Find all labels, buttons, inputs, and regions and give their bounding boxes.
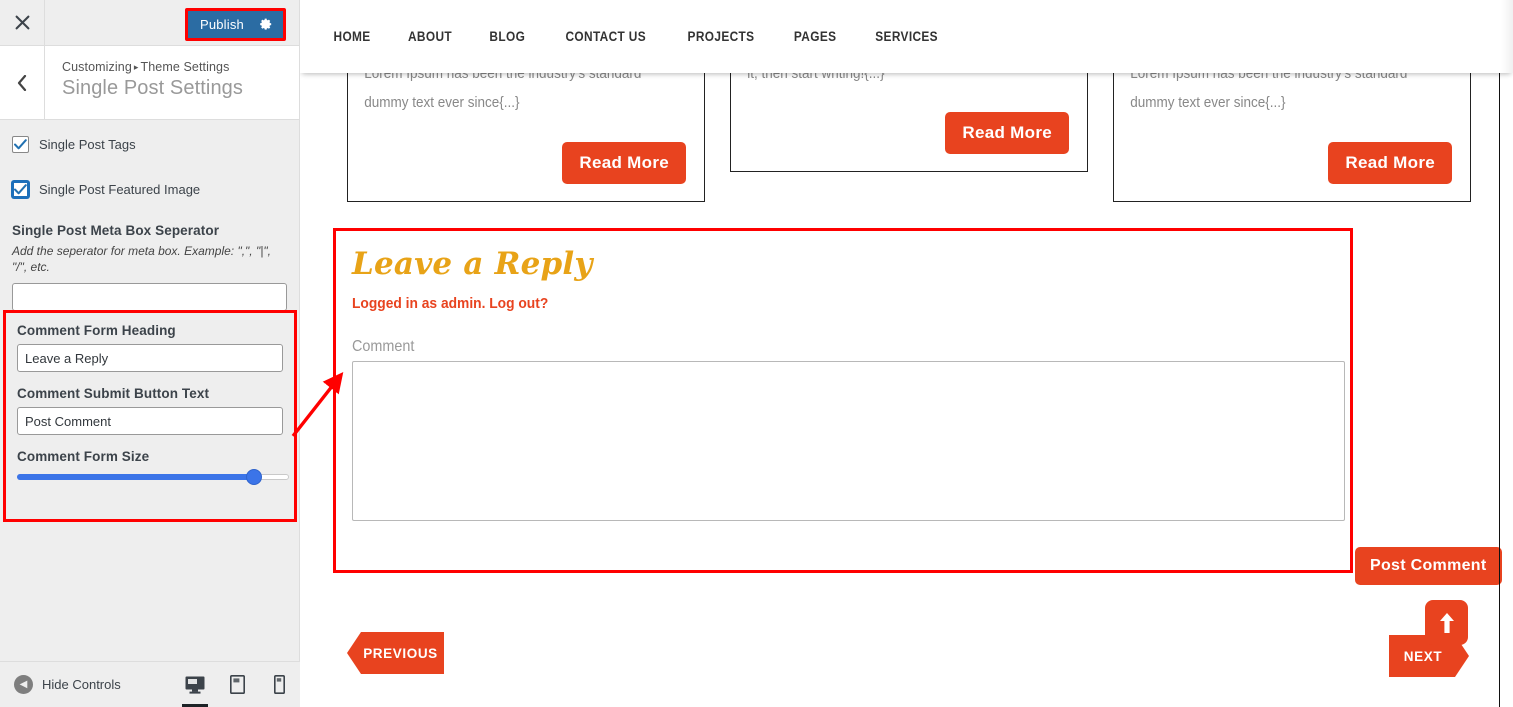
- slider-fill: [17, 474, 254, 480]
- tablet-icon: [229, 675, 245, 694]
- nav-item-pages[interactable]: PAGES: [780, 29, 851, 44]
- comment-form-heading-title: Comment Form Heading: [17, 323, 176, 338]
- publish-button-highlight: Publish: [184, 8, 286, 41]
- back-button[interactable]: [0, 46, 45, 119]
- read-more-button[interactable]: Read More: [1328, 142, 1452, 184]
- comment-submit-button-text-title: Comment Submit Button Text: [17, 386, 210, 401]
- breadcrumb-parent[interactable]: Theme Settings: [141, 60, 230, 74]
- control-single-post-tags[interactable]: Single Post Tags: [12, 136, 287, 153]
- customizer-controls: Single Post Tags Single Post Featured Im…: [0, 120, 299, 680]
- page-title: Single Post Settings: [62, 77, 243, 99]
- comment-form-heading-input[interactable]: [17, 344, 283, 372]
- preview-right-rule: [1499, 73, 1500, 707]
- close-customizer-button[interactable]: [0, 0, 45, 45]
- mobile-icon: [273, 675, 285, 694]
- single-post-tags-label: Single Post Tags: [39, 137, 136, 152]
- log-out-link[interactable]: Log out?: [489, 295, 548, 312]
- check-icon: [14, 139, 27, 150]
- check-icon: [14, 184, 27, 195]
- comment-textarea[interactable]: [352, 361, 1345, 521]
- single-post-featured-image-label: Single Post Featured Image: [39, 182, 201, 197]
- comment-field-label: Comment: [352, 338, 415, 355]
- comment-form-highlight: Leave a Reply Logged in as admin. Log ou…: [333, 228, 1353, 573]
- customizer-topbar: Publish: [0, 0, 299, 46]
- publish-label: Publish: [199, 17, 244, 32]
- customizer-section-header: Customizing ▸ Theme Settings Single Post S…: [0, 46, 299, 120]
- customizer-screen: Lorem Ipsum has been the industry's stan…: [0, 0, 1513, 707]
- arrow-up-icon: [1439, 612, 1454, 633]
- hide-controls-button[interactable]: ◀ Hide Controls: [14, 675, 121, 694]
- previous-post-button[interactable]: PREVIOUS: [347, 632, 444, 674]
- single-post-tags-checkbox[interactable]: [12, 136, 29, 153]
- comment-submit-button-text-input[interactable]: [17, 407, 283, 435]
- close-icon: [15, 15, 29, 30]
- comment-form-size-title: Comment Form Size: [17, 449, 150, 464]
- nav-item-projects[interactable]: PROJECTS: [674, 29, 769, 44]
- publish-button[interactable]: Publish: [187, 11, 283, 38]
- device-tablet-button[interactable]: [216, 662, 258, 707]
- device-mobile-button[interactable]: [258, 662, 300, 707]
- nav-item-blog[interactable]: BLOG: [475, 29, 539, 44]
- slider-thumb[interactable]: [245, 469, 262, 485]
- nav-item-contact-us[interactable]: CONTACT US: [551, 29, 660, 44]
- customizer-sidebar: Publish Customizing ▸ Theme Settings Sin…: [0, 0, 300, 707]
- meta-box-separator-title: Single Post Meta Box Seperator: [12, 223, 220, 238]
- site-navigation: HOME ABOUT BLOG CONTACT US PROJECTS PAGE…: [300, 0, 1513, 73]
- desktop-icon: [185, 676, 205, 694]
- nav-item-services[interactable]: SERVICES: [862, 29, 953, 44]
- post-comment-button[interactable]: Post Comment: [1355, 547, 1502, 585]
- comment-form-controls-highlight: Comment Form Heading Comment Submit Butt…: [3, 310, 297, 522]
- device-preview-switcher: [174, 662, 300, 707]
- breadcrumb-separator-icon: ▸: [133, 62, 139, 72]
- gear-icon[interactable]: [260, 18, 273, 31]
- nav-item-home[interactable]: HOME: [319, 29, 384, 44]
- nav-item-about[interactable]: ABOUT: [394, 29, 466, 44]
- customizer-footer: ◀ Hide Controls: [0, 661, 300, 707]
- read-more-button[interactable]: Read More: [562, 142, 686, 184]
- scroll-to-top-button[interactable]: [1425, 600, 1468, 645]
- breadcrumb-root: Customizing: [62, 60, 132, 74]
- section-titles: Customizing ▸ Theme Settings Single Post S…: [45, 46, 243, 119]
- device-desktop-button[interactable]: [174, 662, 216, 707]
- control-single-post-featured-image[interactable]: Single Post Featured Image: [12, 181, 287, 198]
- single-post-featured-image-checkbox[interactable]: [12, 181, 29, 198]
- read-more-button[interactable]: Read More: [945, 112, 1069, 154]
- site-preview: Lorem Ipsum has been the industry's stan…: [300, 0, 1513, 707]
- hide-controls-label: Hide Controls: [42, 677, 121, 692]
- nav-edge-shadow: [1501, 0, 1513, 73]
- logged-in-notice: Logged in as admin. Log out?: [352, 295, 1255, 312]
- meta-box-separator-description: Add the seperator for meta box. Example:…: [12, 244, 271, 275]
- comment-form-size-slider[interactable]: [17, 469, 289, 485]
- logged-in-text: Logged in as admin.: [352, 295, 490, 312]
- meta-box-separator-input[interactable]: [12, 283, 287, 312]
- breadcrumb: Customizing ▸ Theme Settings: [62, 60, 243, 74]
- collapse-left-icon: ◀: [14, 675, 33, 694]
- chevron-left-icon: [17, 74, 27, 91]
- comment-form-size-slider-row: [17, 469, 289, 485]
- comment-form-heading: Leave a Reply: [352, 246, 593, 282]
- control-meta-box-separator: Single Post Meta Box Seperator Add the s…: [12, 223, 287, 312]
